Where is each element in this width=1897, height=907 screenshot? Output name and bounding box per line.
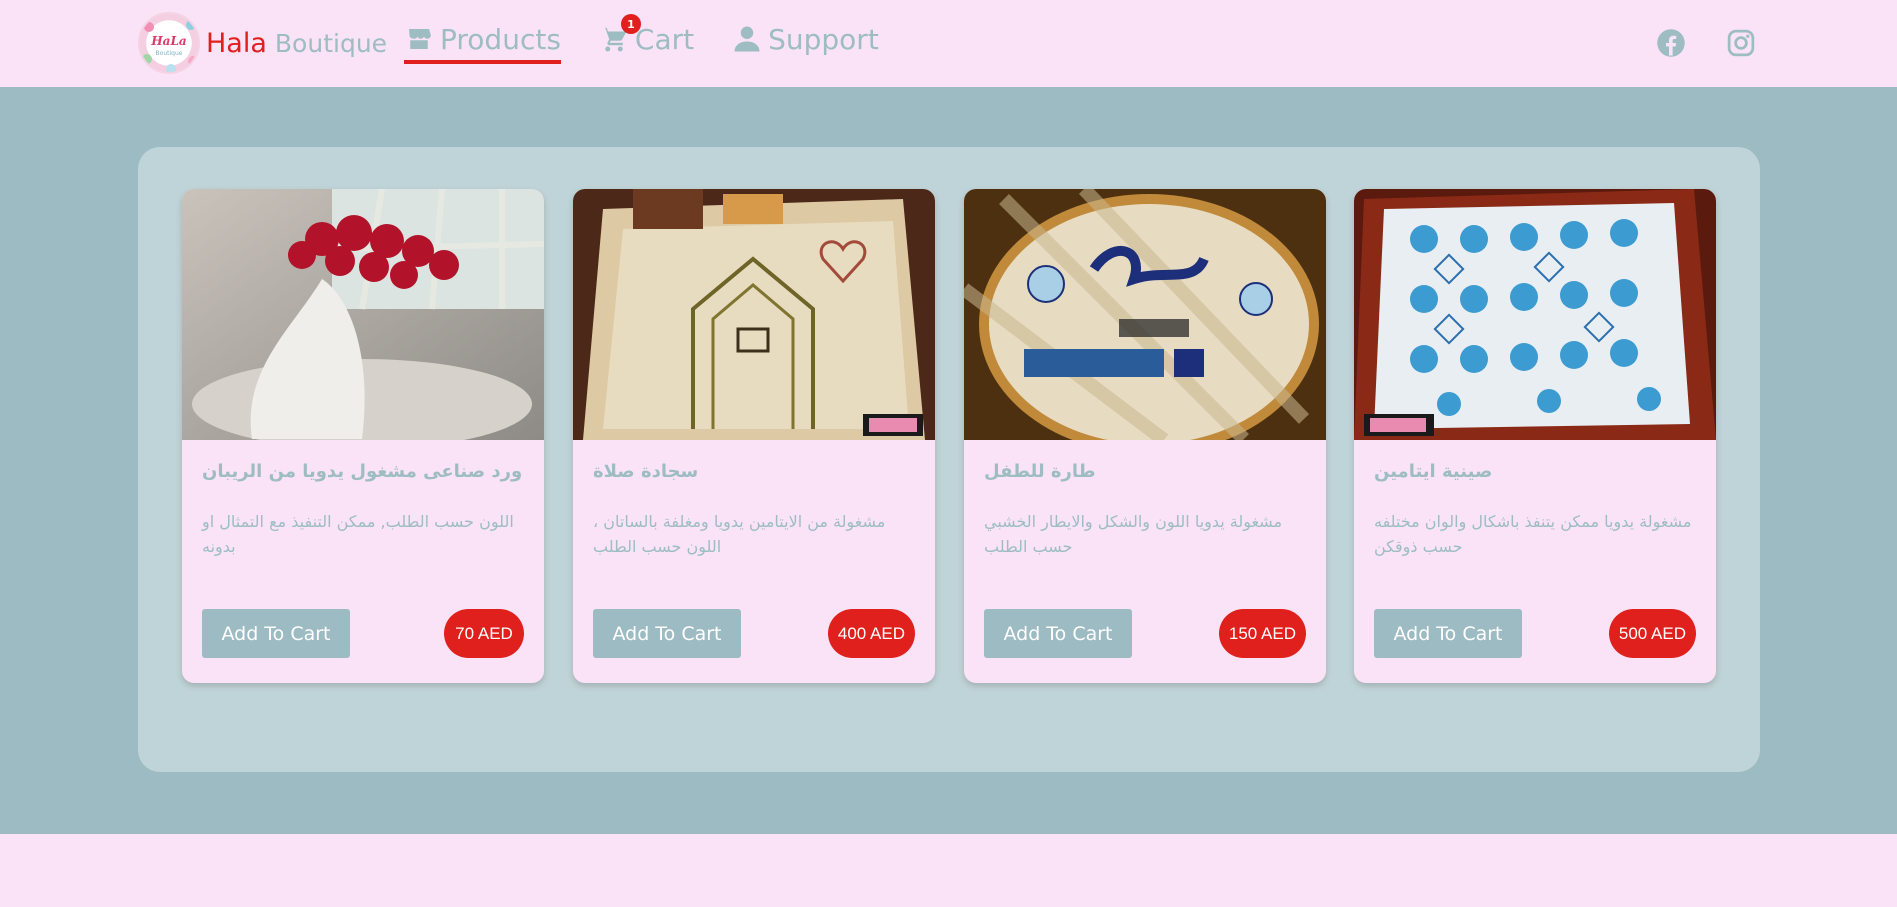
product-description: مشغولة من الايتامين يدويا ومغلفة بالساتا…: [593, 512, 886, 556]
facebook-link[interactable]: [1656, 28, 1686, 58]
product-title: سجادة صلاة: [593, 461, 699, 482]
product-description: مشغولة يدويا اللون والشكل والايطار الخشب…: [984, 512, 1283, 556]
logo-subtext: Boutique: [155, 50, 183, 57]
main-nav: Products 1 Cart Support: [404, 14, 917, 64]
product-title: ورد صناعى مشغول يدويا من الريبان: [202, 461, 523, 482]
add-to-cart-button[interactable]: Add To Cart: [984, 609, 1132, 658]
logo-text: HaLa: [151, 34, 187, 48]
product-image-baby-hoop: [964, 189, 1326, 440]
product-description: اللون حسب الطلب, ممكن التنفيذ مع التمثال…: [202, 512, 514, 556]
product-card: سجادة صلاة مشغولة من الايتامين يدويا ومغ…: [573, 189, 935, 683]
user-icon: [734, 26, 760, 52]
nav-cart[interactable]: 1 Cart: [599, 14, 695, 60]
nav-products[interactable]: Products: [404, 18, 561, 64]
product-image-prayer-rug: [573, 189, 935, 440]
product-image-ribbon-roses: [182, 189, 544, 440]
products-section: ورد صناعى مشغول يدويا من الريبان اللون ح…: [0, 87, 1897, 834]
brand-link[interactable]: HaLa Boutique Hala Boutique: [138, 12, 387, 74]
product-card: طارة للطفل مشغولة يدويا اللون والشكل وال…: [964, 189, 1326, 683]
add-to-cart-button[interactable]: Add To Cart: [202, 609, 350, 658]
facebook-icon: [1657, 29, 1685, 57]
price-badge: 500 AED: [1608, 609, 1696, 658]
price-badge: 400 AED: [827, 609, 915, 658]
cart-count-badge: 1: [620, 14, 641, 34]
price-badge: 150 AED: [1218, 609, 1306, 658]
product-image-cross-stitch-tray: [1354, 189, 1716, 440]
logo: HaLa Boutique: [138, 12, 200, 74]
nav-support-label: Support: [768, 22, 879, 56]
products-panel: ورد صناعى مشغول يدويا من الريبان اللون ح…: [138, 147, 1760, 772]
brand-name-second: Boutique: [274, 28, 388, 58]
instagram-icon: [1727, 29, 1755, 57]
brand-name-first: Hala: [206, 27, 267, 59]
price-badge: 70 AED: [444, 609, 524, 658]
product-description: مشغولة يدويا ممكن يتنفذ باشكال والوان مخ…: [1374, 512, 1692, 556]
navbar: HaLa Boutique Hala Boutique Products 1 C…: [0, 0, 1897, 87]
nav-cart-label: Cart: [634, 22, 695, 56]
nav-support[interactable]: Support: [732, 18, 879, 60]
instagram-link[interactable]: [1726, 28, 1756, 58]
product-card: صينية ايتامين مشغولة يدويا ممكن يتنفذ با…: [1354, 189, 1716, 683]
product-card: ورد صناعى مشغول يدويا من الريبان اللون ح…: [182, 189, 544, 683]
social-links: [1656, 28, 1756, 58]
nav-products-label: Products: [440, 22, 561, 56]
product-title: طارة للطفل: [984, 461, 1096, 482]
product-title: صينية ايتامين: [1374, 461, 1493, 482]
add-to-cart-button[interactable]: Add To Cart: [593, 609, 741, 658]
store-icon: [409, 29, 431, 49]
add-to-cart-button[interactable]: Add To Cart: [1374, 609, 1522, 658]
